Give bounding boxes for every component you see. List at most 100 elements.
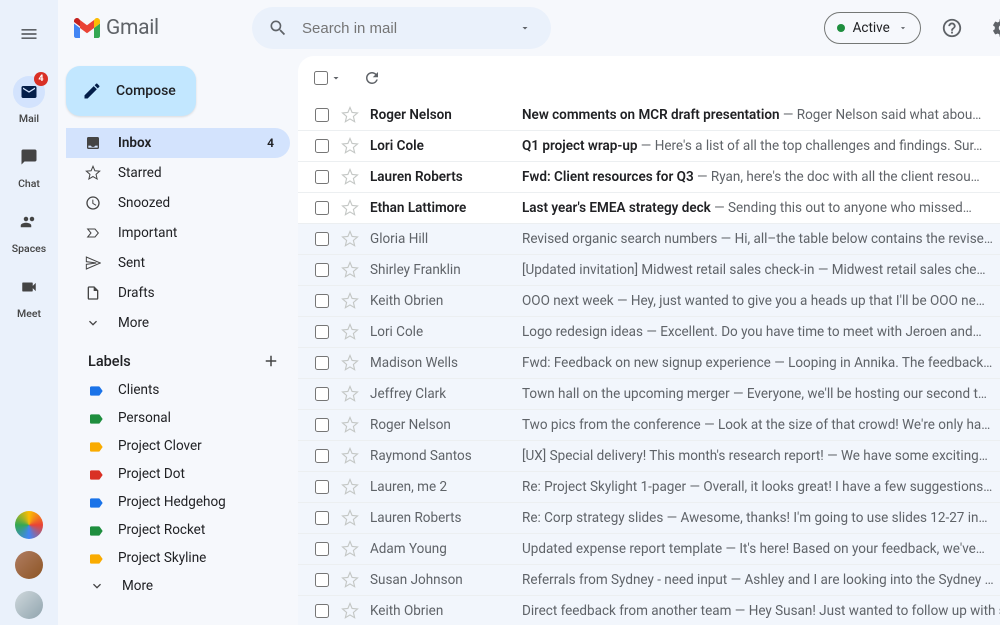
star-icon [341, 385, 359, 403]
message-row[interactable]: Keith ObrienOOO next week — Hey, just wa… [298, 286, 1000, 317]
message-row[interactable]: Madison WellsFwd: Feedback on new signup… [298, 348, 1000, 379]
row-checkbox[interactable] [315, 170, 329, 184]
star-button[interactable] [340, 385, 360, 403]
label-project-clover[interactable]: Project Clover [66, 432, 298, 460]
star-button[interactable] [340, 199, 360, 217]
row-checkbox[interactable] [315, 139, 329, 153]
star-button[interactable] [340, 509, 360, 527]
label-project-hedgehog[interactable]: Project Hedgehog [66, 488, 298, 516]
label-clients[interactable]: Clients [66, 376, 298, 404]
rail-mail[interactable]: Mail4 [0, 70, 58, 135]
rail-bot-icon[interactable] [15, 511, 43, 539]
sender: Susan Johnson [370, 572, 522, 588]
row-checkbox[interactable] [315, 263, 329, 277]
add-label-button[interactable] [262, 352, 280, 370]
subject-snippet: Updated expense report template — It's h… [522, 541, 1000, 557]
rail-meet[interactable]: Meet [0, 265, 58, 330]
row-checkbox[interactable] [315, 232, 329, 246]
message-row[interactable]: Jeffrey ClarkTown hall on the upcoming m… [298, 379, 1000, 410]
message-row[interactable]: Lauren RobertsFwd: Client resources for … [298, 162, 1000, 193]
row-checkbox[interactable] [315, 511, 329, 525]
message-row[interactable]: Gloria HillRevised organic search number… [298, 224, 1000, 255]
label-project-dot[interactable]: Project Dot [66, 460, 298, 488]
message-row[interactable]: Raymond Santos[UX] Special delivery! Thi… [298, 441, 1000, 472]
message-row[interactable]: Susan JohnsonReferrals from Sydney - nee… [298, 565, 1000, 596]
star-icon [341, 354, 359, 372]
row-checkbox[interactable] [315, 542, 329, 556]
chevron-down-icon [898, 23, 908, 33]
nav-starred[interactable]: Starred [66, 158, 290, 188]
rail-spaces[interactable]: Spaces [0, 200, 58, 265]
message-row[interactable]: Shirley Franklin[Updated invitation] Mid… [298, 255, 1000, 286]
subject-snippet: Referrals from Sydney - need input — Ash… [522, 572, 1000, 588]
rail-avatar-2[interactable] [15, 591, 43, 619]
message-list-panel: Roger NelsonNew comments on MCR draft pr… [298, 56, 1000, 625]
nav-drafts[interactable]: Drafts [66, 278, 290, 308]
nav-more[interactable]: More [66, 308, 290, 338]
star-button[interactable] [340, 571, 360, 589]
row-checkbox[interactable] [315, 294, 329, 308]
label-personal[interactable]: Personal [66, 404, 298, 432]
labels-more[interactable]: More [66, 572, 298, 600]
message-row[interactable]: Lauren, me 2Re: Project Skylight 1-pager… [298, 472, 1000, 503]
star-button[interactable] [340, 416, 360, 434]
row-checkbox[interactable] [315, 356, 329, 370]
row-checkbox[interactable] [315, 480, 329, 494]
status-chip[interactable]: Active [824, 12, 921, 44]
gmail-logo[interactable]: Gmail [70, 16, 240, 40]
search-input[interactable] [296, 20, 507, 37]
select-all-checkbox[interactable] [314, 71, 328, 85]
message-row[interactable]: Lori ColeQ1 project wrap-up — Here's a l… [298, 131, 1000, 162]
message-row[interactable]: Roger NelsonNew comments on MCR draft pr… [298, 100, 1000, 131]
row-checkbox[interactable] [315, 449, 329, 463]
nav-sent[interactable]: Sent [66, 248, 290, 278]
star-button[interactable] [340, 447, 360, 465]
message-row[interactable]: Lauren RobertsRe: Corp strategy slides —… [298, 503, 1000, 534]
sender: Roger Nelson [370, 417, 522, 433]
message-row[interactable]: Roger NelsonTwo pics from the conference… [298, 410, 1000, 441]
label-project-skyline[interactable]: Project Skyline [66, 544, 298, 572]
search-options-button[interactable] [507, 10, 543, 46]
label-project-rocket[interactable]: Project Rocket [66, 516, 298, 544]
message-row[interactable]: Keith ObrienDirect feedback from another… [298, 596, 1000, 625]
message-row[interactable]: Ethan LattimoreLast year's EMEA strategy… [298, 193, 1000, 224]
main-menu-button[interactable] [9, 14, 49, 54]
star-button[interactable] [340, 168, 360, 186]
subject-snippet: [UX] Special delivery! This month's rese… [522, 448, 1000, 464]
rail-avatar-1[interactable] [15, 551, 43, 579]
chevron-down-icon [330, 72, 342, 84]
refresh-button[interactable] [356, 62, 388, 94]
star-button[interactable] [340, 106, 360, 124]
star-button[interactable] [340, 478, 360, 496]
select-all[interactable] [314, 71, 342, 85]
sender: Shirley Franklin [370, 262, 522, 278]
star-button[interactable] [340, 230, 360, 248]
star-button[interactable] [340, 137, 360, 155]
row-checkbox[interactable] [315, 604, 329, 618]
row-checkbox[interactable] [315, 418, 329, 432]
nav-snoozed[interactable]: Snoozed [66, 188, 290, 218]
star-button[interactable] [340, 292, 360, 310]
star-button[interactable] [340, 602, 360, 620]
nav-important[interactable]: Important [66, 218, 290, 248]
sidebar: Compose Inbox4StarredSnoozedImportantSen… [58, 56, 298, 625]
row-checkbox[interactable] [315, 387, 329, 401]
settings-button[interactable] [983, 9, 1000, 47]
message-row[interactable]: Adam YoungUpdated expense report templat… [298, 534, 1000, 565]
row-checkbox[interactable] [315, 325, 329, 339]
compose-button[interactable]: Compose [66, 66, 196, 116]
support-button[interactable] [933, 9, 971, 47]
row-checkbox[interactable] [315, 108, 329, 122]
row-checkbox[interactable] [315, 201, 329, 215]
star-button[interactable] [340, 354, 360, 372]
star-icon [341, 540, 359, 558]
star-button[interactable] [340, 540, 360, 558]
search-icon[interactable] [260, 10, 296, 46]
message-row[interactable]: Lori ColeLogo redesign ideas — Excellent… [298, 317, 1000, 348]
row-checkbox[interactable] [315, 573, 329, 587]
search-bar[interactable] [252, 7, 551, 49]
star-button[interactable] [340, 261, 360, 279]
nav-inbox[interactable]: Inbox4 [66, 128, 290, 158]
rail-chat[interactable]: Chat [0, 135, 58, 200]
star-button[interactable] [340, 323, 360, 341]
